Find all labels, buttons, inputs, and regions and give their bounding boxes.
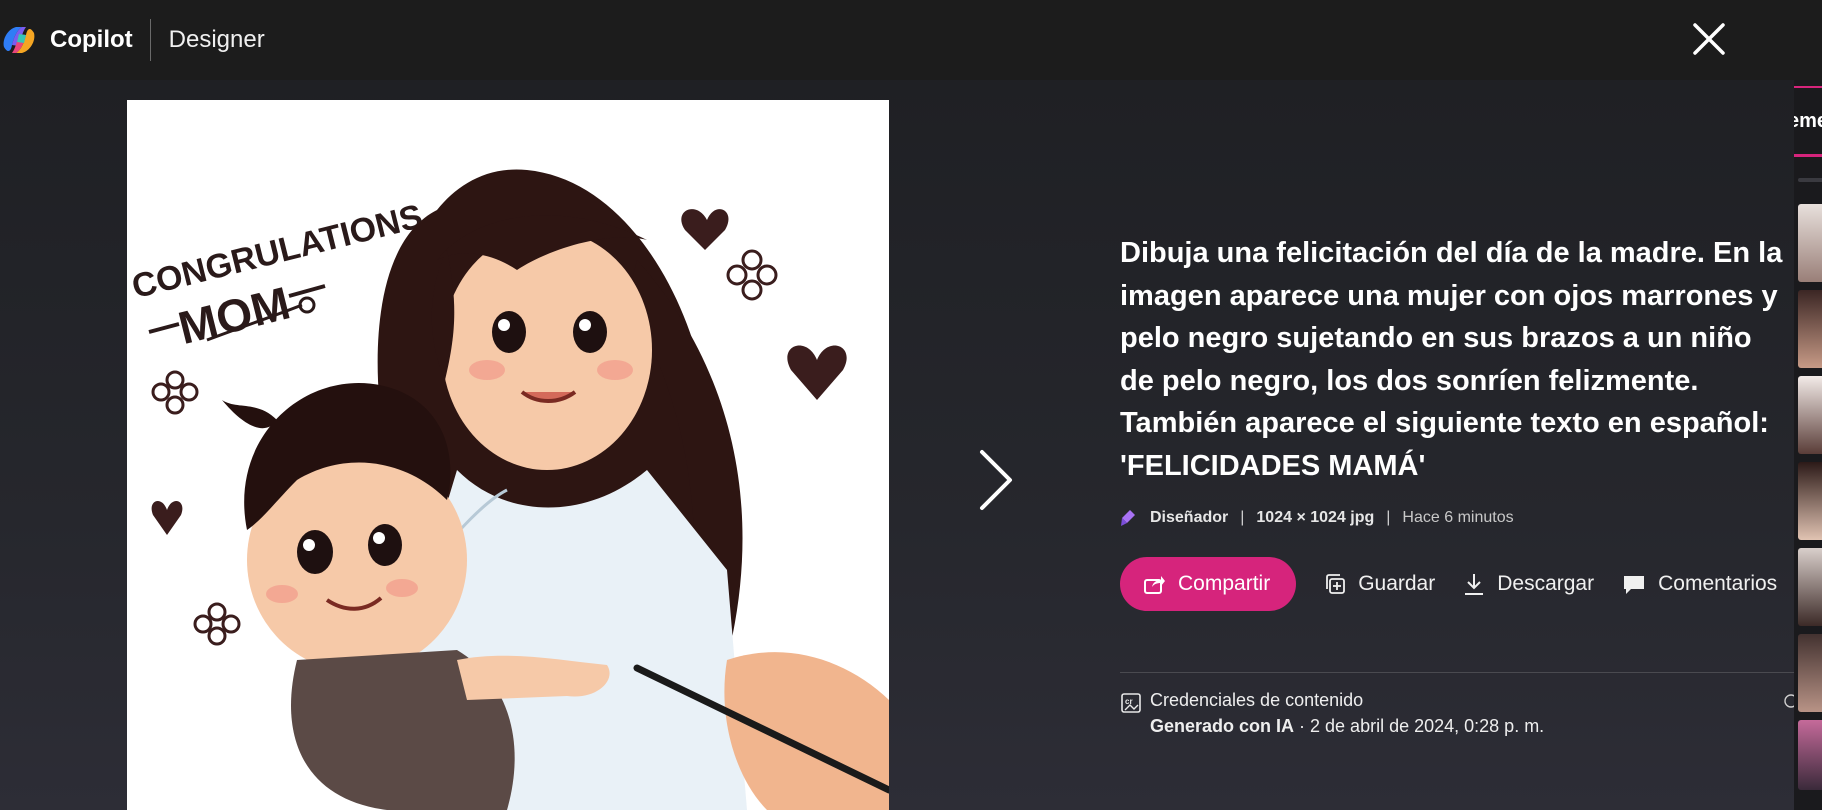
sidebar-accent-line — [1794, 86, 1822, 88]
share-button[interactable]: Compartir — [1120, 557, 1297, 611]
save-icon — [1326, 574, 1346, 594]
comments-label: Comentarios — [1658, 572, 1778, 595]
image-prompt: Dibuja una felicitación del día de la ma… — [1120, 237, 1783, 482]
svg-text:cr: cr — [1125, 697, 1133, 706]
history-thumbnail[interactable] — [1798, 290, 1822, 368]
save-button[interactable]: Guardar — [1324, 572, 1435, 596]
app-name: Copilot — [50, 26, 133, 53]
meta-separator: | — [1386, 509, 1391, 526]
credentials-generated: Generado con IA — [1150, 716, 1295, 736]
meta-creator: Diseñador — [1150, 509, 1229, 526]
content-credentials-icon: cr — [1121, 693, 1141, 713]
history-thumbnail[interactable] — [1798, 204, 1822, 282]
comments-button[interactable]: Comentarios — [1622, 572, 1777, 596]
sidebar-tab-underline — [1794, 154, 1822, 157]
history-thumbnail[interactable] — [1798, 376, 1822, 454]
history-sidebar: eme — [1794, 80, 1822, 810]
comment-icon — [1624, 576, 1645, 594]
credentials-info: Generado con IA · 2 de abril de 2024, 0:… — [1150, 716, 1544, 737]
meta-size: 1024 × 1024 jpg — [1256, 509, 1375, 526]
generated-image[interactable]: CONGRULATIONS MOM — [127, 100, 889, 810]
copilot-logo-icon — [3, 27, 35, 53]
details-divider — [1120, 672, 1794, 673]
history-thumbnail[interactable] — [1798, 178, 1822, 182]
sidebar-tab[interactable]: eme — [1794, 110, 1822, 150]
share-icon — [1144, 576, 1165, 594]
history-thumbnail[interactable] — [1798, 548, 1822, 626]
close-button[interactable] — [1690, 20, 1728, 58]
image-meta: Diseñador | 1024 × 1024 jpg | Hace 6 min… — [1120, 507, 1794, 529]
next-image-button[interactable] — [972, 448, 1016, 512]
sidebar-tab-label: eme — [1794, 110, 1822, 132]
close-icon — [1693, 23, 1725, 55]
meta-separator: | — [1240, 509, 1245, 526]
history-thumbnail[interactable] — [1798, 720, 1822, 790]
brand-divider — [149, 19, 151, 61]
brand[interactable]: Copilot Designer — [0, 19, 265, 61]
image-actions: Compartir Guardar Descargar Comentarios — [1120, 556, 1794, 612]
history-thumbnail[interactable] — [1798, 634, 1822, 712]
save-label: Guardar — [1358, 572, 1436, 595]
history-thumbnail[interactable] — [1798, 462, 1822, 540]
credentials-date: · 2 de abril de 2024, 0:28 p. m. — [1294, 716, 1545, 736]
designer-icon — [1121, 510, 1135, 526]
app-section-name: Designer — [168, 26, 265, 53]
download-icon — [1465, 574, 1484, 595]
image-details-panel: Dibuja una felicitación del día de la ma… — [1120, 232, 1798, 736]
chevron-right-icon — [980, 450, 1012, 510]
meta-time: Hace 6 minutos — [1402, 509, 1514, 526]
download-button[interactable]: Descargar — [1463, 572, 1594, 596]
mother-child-illustration: CONGRULATIONS MOM — [127, 100, 889, 810]
download-label: Descargar — [1497, 572, 1595, 595]
share-label: Compartir — [1178, 572, 1271, 595]
top-bar: Copilot Designer — [0, 0, 1822, 80]
credentials-title: Credenciales de contenido — [1150, 690, 1364, 710]
